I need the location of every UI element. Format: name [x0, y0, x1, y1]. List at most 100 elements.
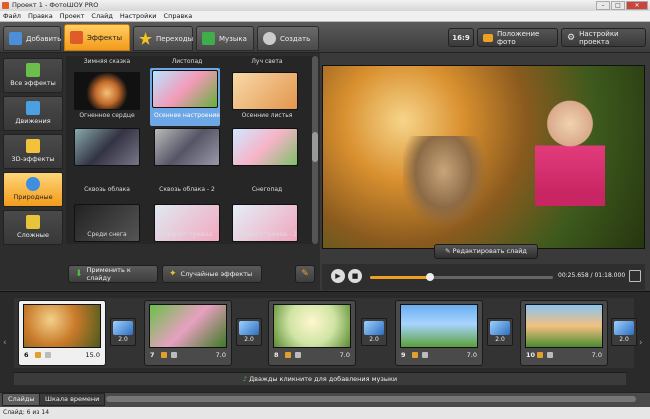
sound-icon — [295, 352, 301, 358]
transition-item[interactable]: 2.0 — [487, 318, 513, 346]
apply-to-slide-button[interactable]: ⬇ Применить к слайду — [68, 265, 158, 283]
effect-snowfall[interactable] — [230, 126, 300, 168]
effect-badge-icon — [412, 352, 418, 358]
tab-effects[interactable]: Эффекты — [64, 24, 130, 51]
effect-label: Сквозь облака — [84, 186, 130, 193]
transition-duration: 2.0 — [619, 336, 629, 343]
aspect-ratio-button[interactable]: 16:9 — [448, 28, 474, 47]
play-button[interactable]: ▶ — [331, 269, 345, 283]
slide-duration: 7.0 — [466, 351, 477, 359]
arrow-down-icon: ⬇ — [75, 269, 83, 279]
category-3d[interactable]: 3D-эффекты — [3, 134, 63, 169]
slide-preview — [322, 65, 645, 249]
layers-icon — [26, 215, 40, 229]
menu-edit[interactable]: Правка — [28, 11, 53, 21]
scroll-right-icon[interactable]: › — [639, 338, 647, 348]
gear-icon: ⚙ — [567, 32, 576, 43]
tab-timeline[interactable]: Шкала времени — [39, 393, 106, 406]
close-button[interactable]: ✕ — [626, 1, 648, 10]
tab-add[interactable]: Добавить — [3, 26, 61, 51]
timeline-scrollbar[interactable] — [106, 396, 636, 402]
minimize-button[interactable]: – — [596, 1, 610, 10]
seek-handle[interactable] — [426, 273, 434, 281]
effect-categories: Все эффекты Движения 3D-эффекты Природны… — [3, 56, 63, 245]
main-toolbar: Добавить Эффекты Переходы Музыка Создать… — [0, 22, 650, 53]
transition-item[interactable]: 2.0 — [236, 318, 262, 346]
clear-effect-button[interactable]: ✎ — [295, 265, 315, 283]
effect-thumbnail — [74, 128, 140, 166]
effect-thumbnail — [152, 70, 218, 108]
effect-through-clouds[interactable] — [72, 126, 142, 168]
effect-thumbnail — [232, 72, 298, 110]
effect-label: Эффект тумана - 2 — [237, 231, 297, 238]
menu-file[interactable]: Файл — [3, 11, 21, 21]
broom-icon: ✎ — [301, 269, 309, 279]
slide-number: 8 — [274, 351, 279, 359]
effects-grid: Зимняя сказка Листопад Луч света Огненно… — [66, 56, 314, 244]
effect-thumbnail — [74, 72, 140, 110]
music-track[interactable]: ♪ Дважды кликните для добавления музыки — [14, 372, 626, 385]
slide-number: 6 — [24, 351, 29, 359]
slide-number: 10 — [526, 351, 536, 359]
transition-icon — [614, 321, 634, 335]
effect-through-clouds-2[interactable] — [152, 126, 222, 168]
sparkle-icon: ✦ — [169, 269, 177, 279]
menu-settings[interactable]: Настройки — [120, 11, 157, 21]
fullscreen-icon[interactable] — [629, 270, 641, 282]
pencil-icon: ✎ — [445, 247, 453, 255]
effect-autumn-leaves[interactable] — [230, 70, 300, 112]
effect-thumbnail — [232, 128, 298, 166]
magic-wand-icon — [70, 31, 83, 44]
transition-item[interactable]: 2.0 — [110, 318, 136, 346]
slide-thumbnail[interactable]: 9 7.0 — [395, 300, 483, 366]
effect-label: Луч света — [251, 58, 283, 65]
maximize-button[interactable]: □ — [611, 1, 625, 10]
menu-help[interactable]: Справка — [164, 11, 193, 21]
transition-duration: 2.0 — [369, 336, 379, 343]
app-icon — [2, 2, 9, 9]
category-nature[interactable]: Природные — [3, 172, 63, 207]
menu-project[interactable]: Проект — [60, 11, 85, 21]
tab-music[interactable]: Музыка — [196, 26, 254, 51]
slide-number: 7 — [150, 351, 155, 359]
stop-button[interactable]: ■ — [348, 269, 362, 283]
title-bar: Проект 1 - ФотоШОУ PRO – □ ✕ — [0, 0, 650, 11]
music-note-icon — [202, 32, 215, 45]
slide-image — [23, 304, 101, 348]
slide-thumbnail[interactable]: 7 7.0 — [144, 300, 232, 366]
slide-image — [273, 304, 351, 348]
menu-slide[interactable]: Слайд — [91, 11, 112, 21]
photo-position-button[interactable]: Положение фото — [477, 28, 558, 47]
slide-thumbnail[interactable]: 10 7.0 — [520, 300, 608, 366]
slide-image — [400, 304, 478, 348]
slide-duration: 7.0 — [215, 351, 226, 359]
edit-slide-button[interactable]: ✎ Редактировать слайд — [434, 244, 538, 259]
film-reel-icon — [263, 32, 276, 45]
random-effects-button[interactable]: ✦ Случайные эффекты — [162, 265, 262, 283]
transition-duration: 2.0 — [495, 336, 505, 343]
effect-fire-heart[interactable] — [72, 70, 142, 112]
seek-progress — [370, 276, 430, 279]
tab-transitions[interactable]: Переходы — [133, 26, 193, 51]
effect-badge-icon — [285, 352, 291, 358]
slide-duration: 7.0 — [591, 351, 602, 359]
transition-icon — [490, 321, 510, 335]
transition-icon — [113, 321, 133, 335]
category-complex[interactable]: Сложные — [3, 210, 63, 245]
scroll-left-icon[interactable]: ‹ — [3, 338, 11, 348]
effects-scrollbar-thumb[interactable] — [312, 132, 318, 162]
transition-icon — [239, 321, 259, 335]
category-all[interactable]: Все эффекты — [3, 58, 63, 93]
puzzle-icon — [26, 63, 40, 77]
slide-thumbnail[interactable]: 8 7.0 — [268, 300, 356, 366]
cube-icon — [26, 139, 40, 153]
photo-child — [535, 96, 605, 206]
tab-slides[interactable]: Слайды — [2, 393, 41, 406]
category-motion[interactable]: Движения — [3, 96, 63, 131]
project-settings-button[interactable]: ⚙ Настройки проекта — [561, 28, 646, 47]
slide-thumbnail[interactable]: 6 15.0 — [18, 300, 106, 366]
transition-item[interactable]: 2.0 — [611, 318, 637, 346]
effect-thumbnail — [154, 128, 220, 166]
tab-create[interactable]: Создать — [257, 26, 319, 51]
transition-item[interactable]: 2.0 — [361, 318, 387, 346]
